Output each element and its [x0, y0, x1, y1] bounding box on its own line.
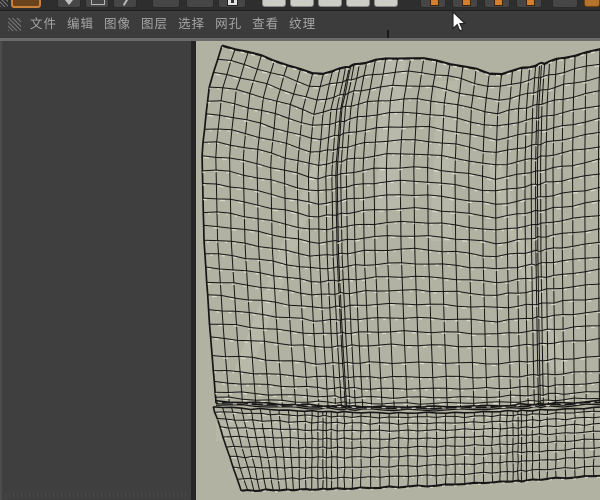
texture-view-menubar: 文件 编辑 图像 图层 选择 网孔 查看 纹理	[0, 11, 600, 38]
left-dark-panel	[0, 41, 191, 500]
selection-tool-button-1[interactable]	[262, 0, 286, 7]
orange-dot-icon	[430, 0, 439, 6]
uv-mesh	[202, 46, 600, 493]
small-mark	[387, 30, 389, 38]
menu-item-texture[interactable]: 纹理	[284, 11, 321, 38]
toolbar-button-2[interactable]	[186, 0, 214, 8]
window-grip-icon[interactable]	[0, 0, 8, 7]
toolbar-button-frame[interactable]	[85, 0, 109, 8]
toolbar-button-box[interactable]	[218, 0, 246, 8]
menu-item-view[interactable]: 查看	[247, 11, 284, 38]
box-glyph-icon	[227, 0, 238, 6]
orange-dot-icon	[494, 0, 503, 6]
uv-mesh-svg	[196, 41, 600, 500]
uv-mode-button-4[interactable]	[516, 0, 542, 8]
palette-grip-icon[interactable]	[8, 18, 21, 31]
toolbar-button-1[interactable]	[152, 0, 180, 8]
menu-item-file[interactable]: 文件	[25, 11, 62, 38]
toolbar-button-pen[interactable]	[113, 0, 137, 8]
pen-glyph-icon	[123, 0, 129, 6]
bodypaint-window: 文件 编辑 图像 图层 选择 网孔 查看 纹理	[0, 0, 600, 500]
panel-bottom-ticks	[5, 493, 187, 498]
menu-item-select[interactable]: 选择	[173, 11, 210, 38]
uv-mode-button-1[interactable]	[420, 0, 446, 8]
menu-item-layer[interactable]: 图层	[136, 11, 173, 38]
toolbar-button-3[interactable]	[552, 0, 578, 8]
orange-dot-icon	[462, 0, 471, 6]
selection-tool-button-4[interactable]	[346, 0, 370, 7]
arrow-down-glyph-icon	[65, 0, 73, 5]
selection-tool-button-3[interactable]	[318, 0, 342, 7]
uv-texture-canvas[interactable]	[196, 41, 600, 500]
active-tool-button[interactable]	[11, 0, 41, 8]
frame-glyph-icon	[91, 0, 105, 5]
toolbar-button-arrow[interactable]	[57, 0, 81, 8]
selection-tool-button-2[interactable]	[290, 0, 314, 7]
menu-item-mesh[interactable]: 网孔	[210, 11, 247, 38]
toolbar-button-clipped[interactable]	[584, 0, 600, 7]
menu-item-image[interactable]: 图像	[99, 11, 136, 38]
orange-dot-icon	[526, 0, 535, 6]
selection-tool-button-5[interactable]	[374, 0, 398, 7]
uv-mode-button-2[interactable]	[452, 0, 478, 8]
top-toolbar-clipped	[0, 0, 600, 11]
uv-mode-button-3[interactable]	[484, 0, 510, 8]
menu-item-edit[interactable]: 编辑	[62, 11, 99, 38]
